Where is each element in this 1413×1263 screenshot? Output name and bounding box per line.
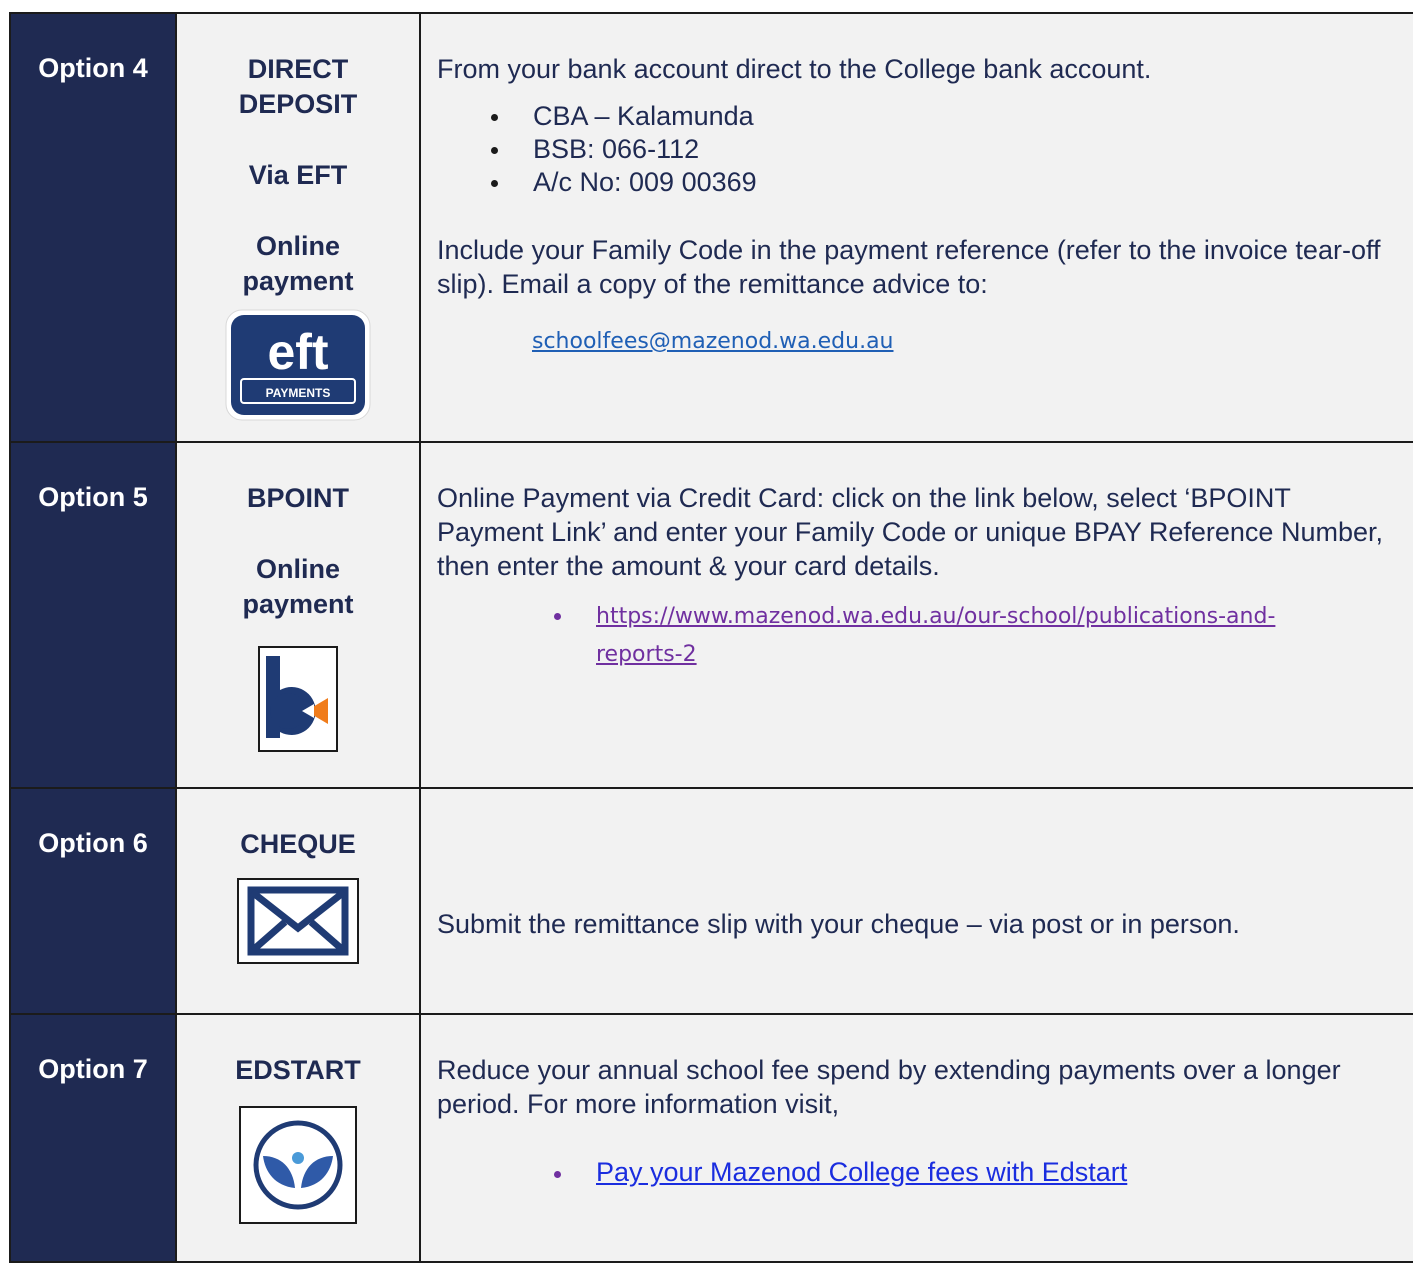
method-line: Via EFT bbox=[248, 160, 348, 190]
bpoint-instructions: Online Payment via Credit Card: click on… bbox=[437, 483, 1383, 581]
option-label: Option 5 bbox=[38, 482, 148, 512]
envelope-icon bbox=[237, 878, 359, 964]
edstart-link-item: Pay your Mazenod College fees with Edsta… bbox=[554, 1155, 1403, 1189]
method-line: BPOINT bbox=[246, 483, 349, 513]
option-6-row: Option 6 CHEQUE Submit the remittance sl… bbox=[9, 787, 1413, 1015]
method-line: Online bbox=[255, 231, 340, 261]
bank-details-list: CBA – Kalamunda BSB: 066-112 A/c No: 009… bbox=[437, 100, 1413, 199]
option-4-method-cell: DIRECT DEPOSIT Via EFT Online payment ef… bbox=[175, 12, 421, 443]
bpoint-icon bbox=[258, 646, 338, 752]
edstart-leaf-icon bbox=[239, 1106, 357, 1224]
cheque-instructions: Submit the remittance slip with your che… bbox=[437, 909, 1240, 939]
bank-detail-item: CBA – Kalamunda bbox=[491, 100, 1413, 133]
edstart-links-list: Pay your Mazenod College fees with Edsta… bbox=[437, 1155, 1403, 1189]
school-fees-email-link[interactable]: schoolfees@mazenod.wa.edu.au bbox=[532, 325, 1413, 359]
option-6-method-cell: CHEQUE bbox=[175, 787, 421, 1015]
option-6-label-cell: Option 6 bbox=[9, 787, 177, 1015]
payment-reference-instructions: Include your Family Code in the payment … bbox=[437, 235, 1381, 299]
method-line: payment bbox=[242, 589, 354, 619]
option-7-method-cell: EDSTART bbox=[175, 1013, 421, 1263]
eft-payments-icon: eft PAYMENTS bbox=[225, 309, 371, 421]
bank-detail-item: A/c No: 009 00369 bbox=[491, 166, 1413, 199]
payment-options-table: Option 4 DIRECT DEPOSIT Via EFT Online p… bbox=[9, 12, 1413, 1263]
option-4-row: Option 4 DIRECT DEPOSIT Via EFT Online p… bbox=[9, 12, 1413, 443]
edstart-instructions: Reduce your annual school fee spend by e… bbox=[437, 1055, 1341, 1119]
method-line: DIRECT bbox=[247, 54, 349, 84]
bank-detail-item: BSB: 066-112 bbox=[491, 133, 1413, 166]
option-5-label-cell: Option 5 bbox=[9, 441, 177, 789]
publications-reports-link[interactable]: https://www.mazenod.wa.edu.au/our-school… bbox=[596, 604, 1275, 667]
option-4-label-cell: Option 4 bbox=[9, 12, 177, 443]
method-line: CHEQUE bbox=[240, 829, 356, 859]
bpoint-link-item: https://www.mazenod.wa.edu.au/our-school… bbox=[554, 597, 1403, 673]
edstart-link[interactable]: Pay your Mazenod College fees with Edsta… bbox=[596, 1157, 1127, 1187]
option-6-description-cell: Submit the remittance slip with your che… bbox=[419, 787, 1413, 1015]
option-4-description-cell: From your bank account direct to the Col… bbox=[419, 12, 1413, 443]
bpoint-links-list: https://www.mazenod.wa.edu.au/our-school… bbox=[437, 597, 1403, 673]
method-line: payment bbox=[242, 266, 354, 296]
method-line: Online bbox=[255, 554, 340, 584]
option-label: Option 6 bbox=[38, 828, 148, 858]
method-line: DEPOSIT bbox=[238, 89, 358, 119]
option-7-description-cell: Reduce your annual school fee spend by e… bbox=[419, 1013, 1413, 1263]
svg-text:PAYMENTS: PAYMENTS bbox=[266, 386, 331, 400]
svg-text:eft: eft bbox=[267, 324, 328, 380]
option-5-method-cell: BPOINT Online payment bbox=[175, 441, 421, 789]
option-7-row: Option 7 EDSTART Reduce your annual scho… bbox=[9, 1013, 1413, 1263]
option-5-description-cell: Online Payment via Credit Card: click on… bbox=[419, 441, 1413, 789]
option-7-label-cell: Option 7 bbox=[9, 1013, 177, 1263]
direct-deposit-intro: From your bank account direct to the Col… bbox=[437, 54, 1152, 84]
method-line: EDSTART bbox=[235, 1055, 361, 1085]
option-5-row: Option 5 BPOINT Online payment Online Pa… bbox=[9, 441, 1413, 789]
option-label: Option 7 bbox=[38, 1054, 148, 1084]
option-label: Option 4 bbox=[38, 53, 148, 83]
